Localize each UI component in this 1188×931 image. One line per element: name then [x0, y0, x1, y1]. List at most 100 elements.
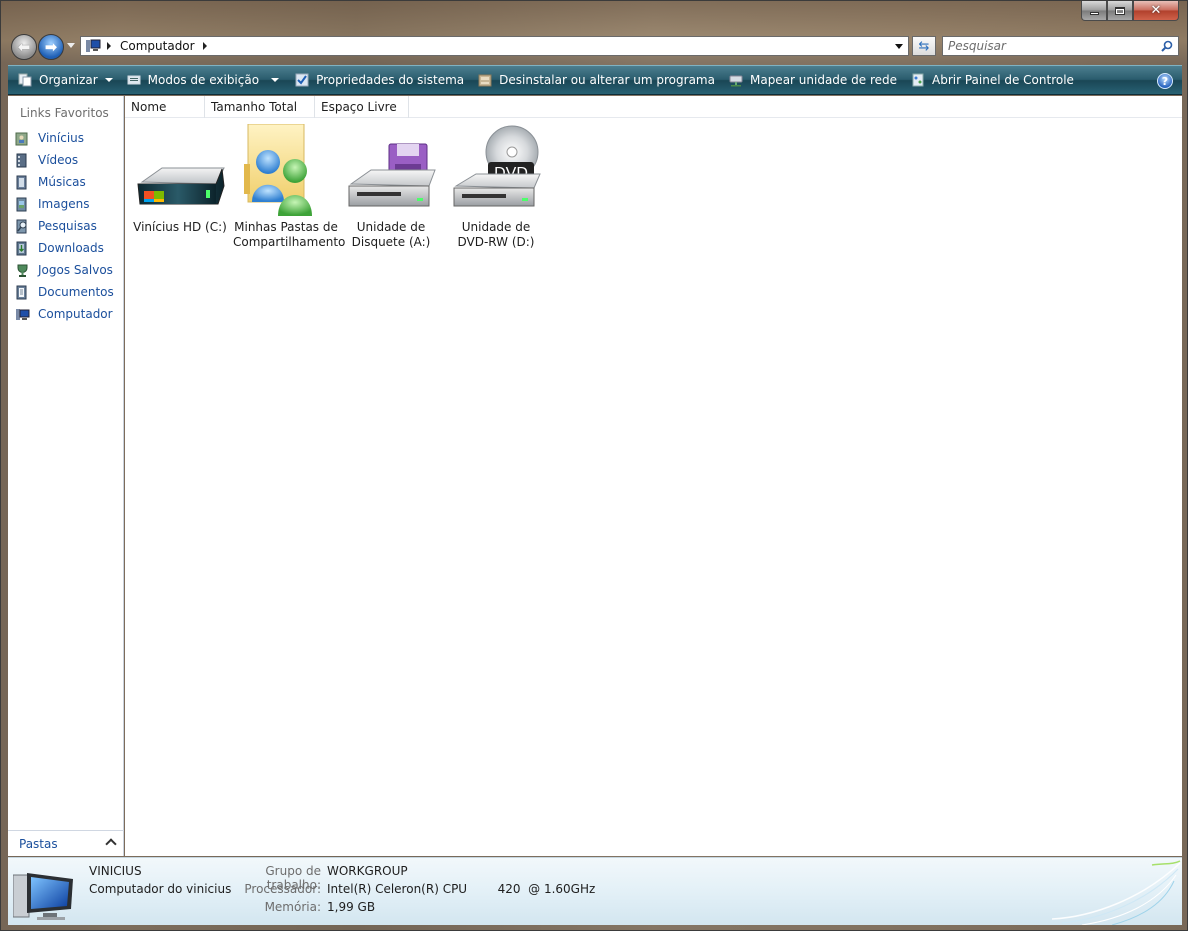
search-box[interactable] [942, 36, 1179, 56]
folders-label: Pastas [19, 836, 58, 851]
chevron-down-icon [104, 78, 113, 82]
search-input[interactable] [948, 39, 1153, 53]
recent-pages-dropdown[interactable] [67, 43, 75, 48]
uninstall-icon [478, 73, 492, 87]
control-panel-icon [911, 73, 925, 87]
command-bar: Organizar Modos de exibição Propriedades… [8, 65, 1182, 95]
maximize-button[interactable] [1107, 1, 1133, 21]
favorite-link-pesquisas[interactable]: Pesquisas [15, 215, 114, 237]
back-button[interactable]: ⬅ [11, 34, 37, 60]
views-button[interactable]: Modos de exibição [122, 65, 284, 95]
control-panel-button[interactable]: Abrir Painel de Controle [906, 65, 1079, 95]
favorite-links-list: Vinícius Vídeos Músicas Imagens Pesquisa… [15, 127, 114, 325]
organize-button[interactable]: Organizar [13, 65, 118, 95]
favorite-link-label: Vídeos [38, 153, 79, 167]
uninstall-program-button[interactable]: Desinstalar ou alterar um programa [473, 65, 720, 95]
favorite-link-label: Downloads [38, 241, 104, 255]
forward-button[interactable]: ➡ [38, 34, 64, 60]
chevron-up-icon [105, 838, 117, 850]
shared-folders-label: Minhas Pastas de Compartilhamento [233, 220, 346, 249]
caption-buttons: ✕ [1081, 1, 1179, 21]
videos-icon [15, 153, 30, 168]
column-headers: Nome Tamanho Total Espaço Livre [125, 96, 1182, 118]
drive-item-d[interactable]: DVD Unidade deDVD-RW (D:) [443, 124, 549, 250]
user-folder-icon [15, 131, 30, 146]
searches-icon [15, 219, 30, 234]
favorite-link-videos[interactable]: Vídeos [15, 149, 114, 171]
favorite-link-label: Vinícius [38, 131, 85, 145]
system-properties-icon [295, 73, 309, 87]
favorite-link-computador[interactable]: Computador [15, 303, 114, 325]
pictures-icon [15, 197, 30, 212]
computer-description: Computador do vinicius [89, 882, 232, 896]
organize-icon [18, 73, 32, 87]
computer-name: VINICIUS [89, 864, 142, 878]
shared-folders-icon [238, 123, 334, 216]
drive-label: Unidade de Disquete (A:) [351, 220, 431, 249]
music-icon [15, 175, 30, 190]
drive-item-a[interactable]: Unidade de Disquete (A:) [338, 124, 444, 250]
computer-icon [85, 39, 101, 53]
file-list-pane[interactable]: Nome Tamanho Total Espaço Livre Vinícius… [125, 96, 1182, 856]
search-icon[interactable] [1161, 40, 1173, 52]
dvd-drive-icon: DVD [448, 124, 544, 216]
back-arrow-icon: ⬅ [17, 37, 31, 56]
breadcrumb-separator[interactable] [107, 42, 111, 50]
drive-label: Vinícius HD (C:) [133, 220, 227, 234]
favorite-link-documentos[interactable]: Documentos [15, 281, 114, 303]
shared-folders-item[interactable]: Minhas Pastas de Compartilhamento [233, 123, 346, 250]
system-properties-label: Propriedades do sistema [316, 73, 465, 87]
navigation-pane: Links Favoritos Vinícius Vídeos Músicas … [8, 96, 124, 856]
computer-icon [13, 873, 73, 920]
network-drive-icon [729, 73, 743, 87]
explorer-window: ✕ ⬅ ➡ Computador ⇆ Organizar Modos de ex… [0, 0, 1188, 931]
favorite-link-vinicius[interactable]: Vinícius [15, 127, 114, 149]
address-bar[interactable]: Computador [80, 36, 909, 56]
favorite-link-label: Computador [38, 307, 113, 321]
uninstall-program-label: Desinstalar ou alterar um programa [499, 73, 715, 87]
decorative-swoosh [1052, 860, 1181, 925]
folders-toggle[interactable]: Pastas [8, 830, 124, 856]
drive-label: Unidade de DVD-RW (D:) [457, 220, 535, 249]
favorite-link-label: Documentos [38, 285, 114, 299]
favorite-link-label: Jogos Salvos [38, 263, 113, 277]
workgroup-value: WORKGROUP [327, 864, 408, 878]
favorite-link-label: Imagens [38, 197, 90, 211]
address-dropdown[interactable] [895, 44, 903, 49]
help-icon: ? [1161, 74, 1169, 88]
close-icon: ✕ [1150, 3, 1162, 18]
favorite-link-imagens[interactable]: Imagens [15, 193, 114, 215]
floppy-drive-icon [343, 124, 439, 216]
map-network-drive-label: Mapear unidade de rede [749, 73, 897, 87]
documents-icon [15, 285, 30, 300]
minimize-icon [1089, 12, 1099, 15]
forward-arrow-icon: ➡ [44, 37, 58, 56]
favorite-links-heading: Links Favoritos [20, 106, 109, 120]
column-header-nome[interactable]: Nome [125, 96, 205, 118]
favorite-link-label: Músicas [38, 175, 86, 189]
organize-label: Organizar [39, 73, 98, 87]
help-button[interactable]: ? [1157, 73, 1173, 89]
column-header-tamanho-total[interactable]: Tamanho Total [205, 96, 315, 118]
chevron-down-icon [271, 78, 280, 82]
column-header-espaco-livre[interactable]: Espaço Livre [315, 96, 409, 118]
control-panel-label: Abrir Painel de Controle [932, 73, 1074, 87]
views-label: Modos de exibição [147, 73, 260, 87]
details-pane: VINICIUS Computador do vinicius Grupo de… [8, 857, 1182, 925]
close-button[interactable]: ✕ [1133, 1, 1179, 21]
hard-drive-icon [132, 124, 228, 216]
breadcrumb-separator[interactable] [202, 42, 207, 50]
refresh-button[interactable]: ⇆ [912, 36, 936, 56]
processor-value: Intel(R) Celeron(R) CPU 420 @ 1.60GHz [327, 882, 596, 896]
map-network-drive-button[interactable]: Mapear unidade de rede [724, 65, 902, 95]
system-properties-button[interactable]: Propriedades do sistema [290, 65, 469, 95]
favorite-link-jogos-salvos[interactable]: Jogos Salvos [15, 259, 114, 281]
drive-item-c[interactable]: Vinícius HD (C:) [127, 124, 233, 235]
favorite-link-label: Pesquisas [38, 219, 97, 233]
favorite-link-musicas[interactable]: Músicas [15, 171, 114, 193]
views-icon [127, 73, 141, 87]
minimize-button[interactable] [1081, 1, 1107, 21]
breadcrumb-computador[interactable]: Computador [120, 39, 195, 53]
refresh-icon: ⇆ [918, 38, 930, 54]
favorite-link-downloads[interactable]: Downloads [15, 237, 114, 259]
